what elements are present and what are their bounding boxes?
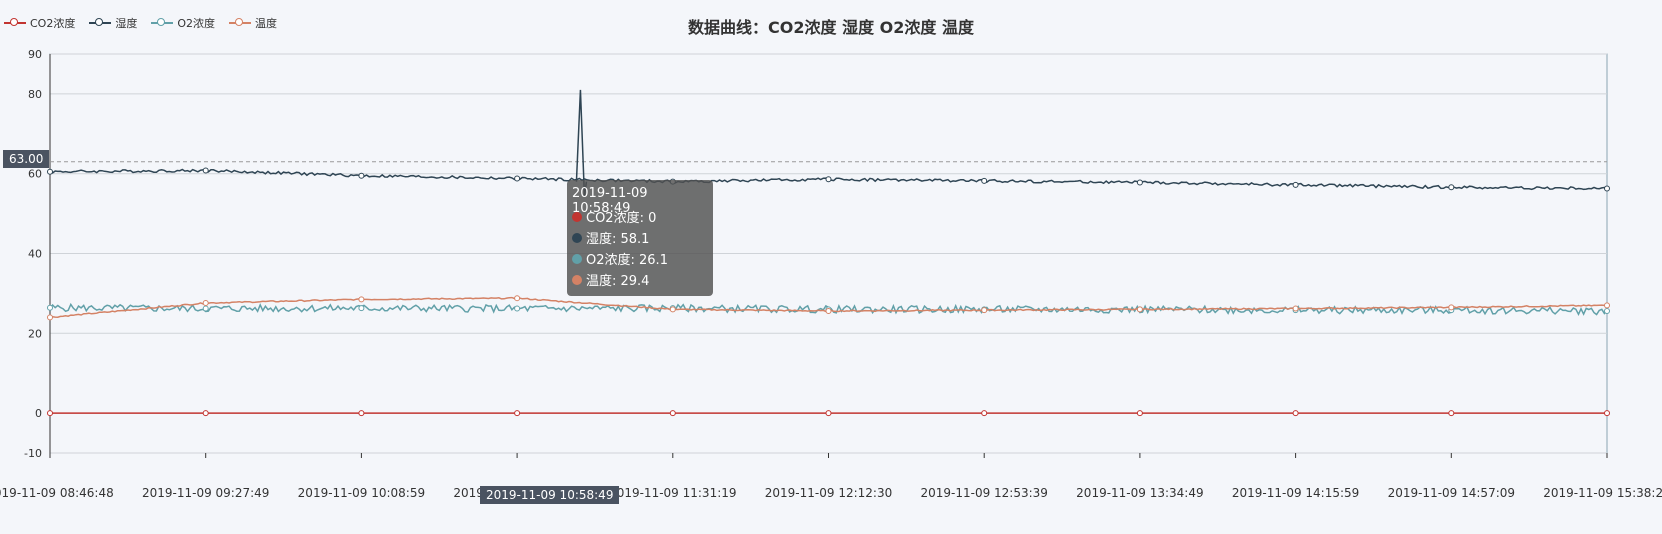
series-point — [202, 299, 209, 306]
legend-humidity-marker-icon — [89, 17, 112, 29]
series-point — [1448, 184, 1455, 191]
y-tick-label: 40 — [28, 248, 42, 261]
tooltip-dot-co2-icon — [572, 211, 582, 222]
series-point — [47, 314, 53, 321]
tooltip-row-temperature: 温度: 29.4 — [572, 269, 708, 290]
tooltip-time: 2019-11-09 10:58:49 — [572, 186, 648, 216]
x-tick-label: 2019-11-09 11:31:19 — [609, 486, 736, 500]
series-point — [1604, 307, 1610, 314]
legend-co2-marker-icon — [4, 17, 26, 29]
series-point — [358, 410, 365, 417]
series-point — [514, 295, 521, 302]
series-point — [358, 172, 365, 179]
tooltip-label-co2: CO2浓度: 0 — [586, 211, 657, 226]
series-point — [514, 305, 521, 312]
series-point — [981, 307, 988, 314]
y-tick-label: 20 — [28, 327, 42, 340]
legend-item-humidity[interactable]: 湿度 — [89, 15, 137, 31]
series-point — [1604, 410, 1610, 417]
legend-label-humidity: 湿度 — [115, 17, 138, 30]
tooltip-row-humidity: 湿度: 58.1 — [572, 227, 708, 248]
chart-svg: -10 0 20 40 60 80 90 2019-11-09 08:46:48 2019-11… — [0, 48, 1662, 500]
series-point — [1448, 410, 1455, 417]
tooltip-label-temperature: 温度: 29.4 — [586, 274, 650, 289]
series-point — [514, 410, 521, 417]
y-tick-label: 60 — [28, 168, 42, 181]
y-tick-label: 90 — [28, 48, 42, 61]
legend-item-temperature[interactable]: 温度 — [229, 15, 277, 31]
chart: -10 0 20 40 60 80 90 2019-11-09 08:46:48 2019-11… — [0, 0, 1662, 534]
x-tick-label: 2019-11-09 12:53:39 — [920, 486, 1047, 500]
series-point — [1136, 179, 1143, 186]
x-tick-label: 2019-11-09 12:12:30 — [765, 486, 892, 500]
tooltip-label-o2: O2浓度: 26.1 — [586, 253, 668, 268]
x-tick-label: 2019-11-09 08:46:48 — [0, 486, 114, 500]
series-point — [981, 410, 988, 417]
tooltip-dot-o2-icon — [572, 253, 582, 264]
y-tick-label: -10 — [24, 447, 42, 460]
legend-item-co2[interactable]: CO2浓度 — [4, 15, 75, 31]
series-point — [1136, 410, 1143, 417]
x-tick-label: 2019-11-09 14:57:09 — [1388, 486, 1515, 500]
x-tick-label: 2019-11-09 15:38:20 — [1543, 486, 1662, 500]
legend-label-temperature: 温度 — [255, 17, 278, 30]
series-point — [514, 175, 521, 182]
x-tick-label: 2019-11-09 13:34:49 — [1076, 486, 1203, 500]
x-tick-label: 2019-11-09 10:08:59 — [298, 486, 425, 500]
series-point — [1604, 185, 1610, 192]
y-tick-label: 0 — [35, 407, 42, 420]
legend-item-o2[interactable]: O2浓度 — [151, 15, 215, 31]
series-point — [825, 410, 832, 417]
series-point — [47, 304, 53, 311]
legend-label-co2: CO2浓度 — [30, 17, 76, 30]
tooltip-row-co2: CO2浓度: 0 — [572, 206, 708, 227]
series-point — [202, 305, 209, 312]
series-point — [202, 167, 209, 174]
series-point — [1136, 306, 1143, 313]
x-tick-label: 2019-11-09 14:15:59 — [1232, 486, 1359, 500]
tooltip-label-humidity: 湿度: 58.1 — [586, 232, 650, 247]
series-point — [358, 305, 365, 312]
series-point — [1292, 305, 1299, 312]
legend: CO2浓度 湿度 O2浓度 温度 — [4, 15, 277, 31]
legend-label-o2: O2浓度 — [177, 17, 216, 30]
tooltip: 2019-11-09 10:58:49 CO2浓度: 0 湿度: 58.1 O2… — [567, 180, 713, 296]
series-point — [1448, 304, 1455, 311]
series-point — [358, 296, 365, 303]
series-point — [825, 307, 832, 314]
tooltip-dot-temperature-icon — [572, 274, 582, 285]
x-tick-label: 2019-11-09 09:27:49 — [142, 486, 269, 500]
series-point — [669, 306, 676, 313]
series-point — [981, 177, 988, 184]
tooltip-row-o2: O2浓度: 26.1 — [572, 248, 708, 269]
series-point — [825, 176, 832, 183]
axis-pointer-x-label: 2019-11-09 10:58:49 — [480, 486, 620, 504]
series-point — [1604, 302, 1610, 309]
series-point — [1292, 181, 1299, 188]
series-point — [47, 168, 53, 175]
series-point — [202, 410, 209, 417]
series-point — [47, 410, 53, 417]
series-point — [1292, 410, 1299, 417]
axis-pointer-y-label: 63.00 — [3, 150, 50, 168]
series-point — [669, 410, 676, 417]
tooltip-dot-humidity-icon — [572, 232, 582, 243]
legend-o2-marker-icon — [151, 17, 174, 29]
legend-temperature-marker-icon — [229, 17, 252, 29]
y-tick-label: 80 — [28, 88, 42, 101]
